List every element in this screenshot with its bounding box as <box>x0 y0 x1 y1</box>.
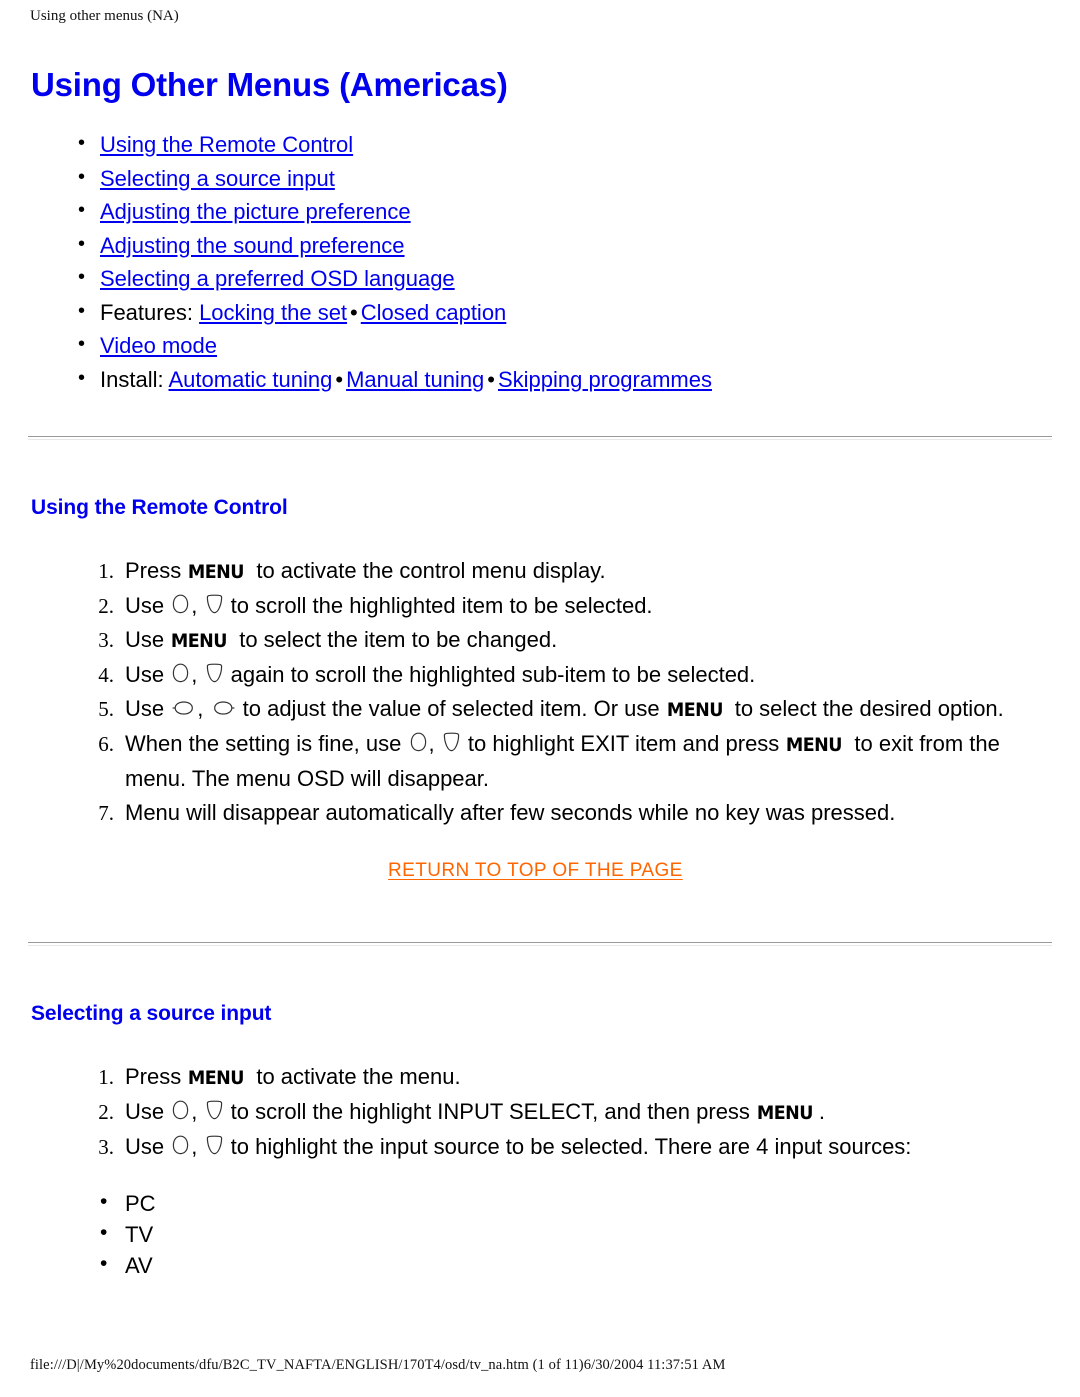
toc-separator: • <box>487 366 495 392</box>
down-arrow-key-icon <box>442 731 461 753</box>
step-text: to select the item to be changed. <box>239 627 558 652</box>
list-item-source-av: AV <box>28 1248 1052 1281</box>
step-text: to adjust the value of selected item. Or… <box>242 696 660 721</box>
up-arrow-key-icon <box>171 662 190 684</box>
up-arrow-key-icon <box>171 1134 190 1156</box>
table-of-contents: Using the Remote Control Selecting a sou… <box>28 127 1052 397</box>
menu-key-icon: MENU <box>188 561 245 583</box>
step-item: Use , to scroll the highlight INPUT SELE… <box>28 1095 1052 1130</box>
section-heading-using-the-remote-control: Using the Remote Control <box>31 496 288 519</box>
step-item: Press MENU to activate the menu. <box>28 1060 1052 1095</box>
step-text: , <box>428 731 435 756</box>
toc-link-video-mode[interactable]: Video mode <box>100 333 217 358</box>
step-text: , <box>191 1099 198 1124</box>
up-arrow-key-icon <box>409 731 428 753</box>
steps-list-remote-control: Press MENU to activate the control menu … <box>28 554 1052 830</box>
toc-link-automatic-tuning[interactable]: Automatic tuning <box>169 367 333 392</box>
toc-item-features: Features: Locking the set•Closed caption <box>28 295 1052 330</box>
menu-key-icon: MENU <box>786 734 843 756</box>
running-head: Using other menus (NA) <box>30 8 179 24</box>
step-text: Use <box>125 593 165 618</box>
toc-item-video-mode[interactable]: Video mode <box>28 328 1052 363</box>
toc-separator: • <box>335 366 344 392</box>
step-text: Use <box>125 662 165 687</box>
toc-link-adjusting-the-picture-preference[interactable]: Adjusting the picture preference <box>100 199 411 224</box>
step-text: Use <box>125 1099 165 1124</box>
menu-key-icon: MENU <box>756 1102 814 1124</box>
step-text: . <box>818 1099 826 1124</box>
step-text: to activate the control menu display. <box>256 558 606 583</box>
step-item: Use , to scroll the highlighted item to … <box>28 589 1052 623</box>
toc-item-adjusting-the-picture-preference[interactable]: Adjusting the picture preference <box>28 194 1052 229</box>
list-item-source-pc: PC <box>28 1186 1052 1219</box>
step-text: again to scroll the highlighted sub-item… <box>230 662 756 687</box>
step-text: to activate the menu. <box>256 1064 461 1089</box>
list-item-source-tv: TV <box>28 1217 1052 1250</box>
toc-item-using-the-remote-control[interactable]: Using the Remote Control <box>28 127 1052 162</box>
source-label: TV <box>125 1222 154 1247</box>
step-item: Use , to adjust the value of selected it… <box>28 692 1052 727</box>
toc-link-closed-caption[interactable]: Closed caption <box>361 300 507 325</box>
toc-item-install: Install: Automatic tuning•Manual tuning•… <box>28 362 1052 397</box>
running-foot: file:///D|/My%20documents/dfu/B2C_TV_NAF… <box>30 1357 726 1373</box>
toc-link-using-the-remote-control[interactable]: Using the Remote Control <box>100 132 353 157</box>
step-item: When the setting is fine, use , to highl… <box>28 727 1052 796</box>
up-arrow-key-icon <box>171 593 190 615</box>
step-item: Use , to highlight the input source to b… <box>28 1130 1052 1164</box>
return-to-top-container: RETURN TO TOP OF THE PAGE <box>28 860 1052 882</box>
step-item: Use , again to scroll the highlighted su… <box>28 658 1052 692</box>
toc-label-features: Features: <box>100 299 193 325</box>
up-arrow-key-icon <box>171 1099 190 1121</box>
step-text: to highlight EXIT item and press <box>467 731 780 756</box>
document-page: Using other menus (NA) Using Other Menus… <box>0 0 1080 1373</box>
toc-item-adjusting-the-sound-preference[interactable]: Adjusting the sound preference <box>28 228 1052 263</box>
step-text: to highlight the input source to be sele… <box>230 1134 912 1159</box>
step-text: When the setting is fine, use <box>125 731 402 756</box>
return-to-top-link[interactable]: RETURN TO TOP OF THE PAGE <box>388 860 683 881</box>
menu-key-icon: MENU <box>666 699 724 721</box>
toc-link-selecting-a-source-input[interactable]: Selecting a source input <box>100 166 335 191</box>
toc-link-adjusting-the-sound-preference[interactable]: Adjusting the sound preference <box>100 233 405 258</box>
step-text: , <box>191 593 198 618</box>
step-text: to select the desired option. <box>734 696 1004 721</box>
down-arrow-key-icon <box>205 662 224 684</box>
step-text: Use <box>125 627 165 652</box>
toc-link-skipping-programmes[interactable]: Skipping programmes <box>498 367 712 392</box>
step-text: , <box>191 662 198 687</box>
right-arrow-key-icon <box>211 698 236 718</box>
step-text: to scroll the highlighted item to be sel… <box>230 593 653 618</box>
page-title: Using Other Menus (Americas) <box>31 66 508 103</box>
step-text: , <box>197 696 204 721</box>
toc-item-selecting-a-preferred-osd-language[interactable]: Selecting a preferred OSD language <box>28 261 1052 296</box>
step-item: Use MENU to select the item to be change… <box>28 623 1052 658</box>
down-arrow-key-icon <box>205 1134 224 1156</box>
step-text: , <box>191 1134 198 1159</box>
toc-link-manual-tuning[interactable]: Manual tuning <box>346 367 484 392</box>
step-item: Menu will disappear automatically after … <box>28 796 1052 830</box>
step-text: Menu will disappear automatically after … <box>125 800 896 825</box>
toc-separator: • <box>350 299 358 325</box>
toc-label-install: Install: <box>100 366 164 392</box>
down-arrow-key-icon <box>205 1099 224 1121</box>
step-text: Use <box>125 1134 165 1159</box>
step-item: Press MENU to activate the control menu … <box>28 554 1052 589</box>
step-text: Use <box>125 696 165 721</box>
left-arrow-key-icon <box>171 698 196 718</box>
document-content: Using Other Menus (Americas) Using the R… <box>0 0 1080 436</box>
input-sources-list: PC TV AV <box>28 1186 1052 1281</box>
toc-item-selecting-a-source-input[interactable]: Selecting a source input <box>28 161 1052 196</box>
source-label: AV <box>125 1253 153 1278</box>
toc-link-selecting-a-preferred-osd-language[interactable]: Selecting a preferred OSD language <box>100 266 455 291</box>
section-heading-selecting-a-source-input: Selecting a source input <box>31 1002 272 1025</box>
toc-link-locking-the-set[interactable]: Locking the set <box>199 300 347 325</box>
down-arrow-key-icon <box>205 593 224 615</box>
step-text: Press <box>125 558 182 583</box>
source-label: PC <box>125 1191 156 1216</box>
step-text: Press <box>125 1064 182 1089</box>
menu-key-icon: MENU <box>188 1067 245 1089</box>
menu-key-icon: MENU <box>171 630 228 652</box>
steps-list-source-input: Press MENU to activate the menu. Use , t… <box>28 1060 1052 1164</box>
step-text: to scroll the highlight INPUT SELECT, an… <box>230 1099 750 1124</box>
